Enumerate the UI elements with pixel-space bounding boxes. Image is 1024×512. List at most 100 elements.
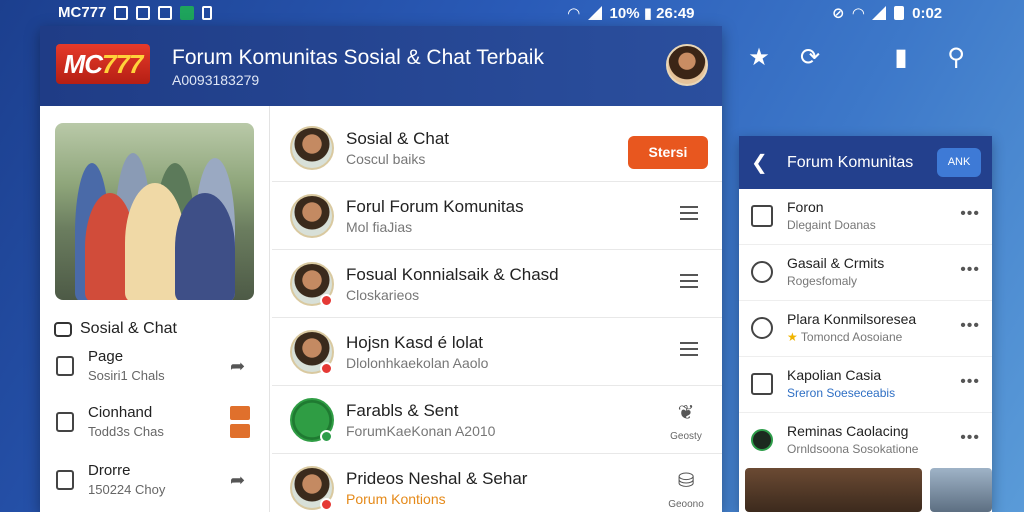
item-subtitle: Coscul baiks [346, 151, 426, 167]
smiley-icon [751, 261, 773, 283]
item-name: Sosial & Chat [346, 129, 449, 148]
camera-icon [56, 470, 74, 490]
side-action-label: Geoono [668, 499, 704, 510]
list-item[interactable]: Forul Forum Komunitas Mol fiaJias [272, 182, 722, 250]
star-icon: ★ [787, 330, 798, 344]
item-subtitle-text: Tomoncd Aosoiane [800, 330, 903, 344]
refresh-chat-icon[interactable]: ⟳ [796, 44, 824, 72]
more-icon[interactable]: ••• [960, 205, 980, 223]
side-action[interactable]: ❦ Geosty [664, 400, 708, 442]
list-item[interactable]: Hojsn Kasd é lolat Dlolonhkaekolan Aaolo [272, 318, 722, 386]
cell-signal-icon [587, 6, 602, 20]
favorite-star-icon[interactable]: ★ [745, 44, 773, 72]
document-icon [751, 205, 773, 227]
item-name: Prideos Neshal & Sehar [346, 469, 528, 488]
chat-icon [751, 317, 773, 339]
item-subtitle: 150224 Choy [88, 482, 166, 497]
battery-icon [894, 6, 905, 20]
status-dot [320, 430, 333, 443]
folder-icon [751, 373, 773, 395]
battery-time-text: 10% ▮ 26:49 [609, 5, 695, 22]
item-subtitle: Porum Kontions [346, 491, 446, 507]
section-title: Sosial & Chat [80, 320, 177, 337]
menu-icon[interactable] [680, 274, 698, 288]
more-icon[interactable]: ••• [960, 429, 980, 447]
item-title: Drorre [88, 462, 131, 479]
item-subtitle: Dlolonhkaekolan Aaolo [346, 355, 489, 371]
left-list-item[interactable]: Drorre 150224 Choy ➦ [54, 462, 254, 506]
status-dot [320, 294, 333, 307]
action-button[interactable]: Stersi [628, 136, 708, 169]
panel-photo [745, 468, 922, 512]
leaf-icon: ❦ [677, 402, 695, 424]
more-icon[interactable]: ••• [960, 261, 980, 279]
menu-icon[interactable] [680, 342, 698, 356]
user-avatar[interactable] [666, 44, 708, 86]
item-subtitle: Sosiri1 Chals [88, 368, 165, 383]
badge-icon [230, 424, 250, 438]
main-window: MC777 Forum Komunitas Sosial & Chat Terb… [40, 26, 722, 512]
item-subtitle: ForumKaeKonan A2010 [346, 423, 496, 439]
wifi-icon: ◠ [568, 5, 580, 22]
avatar [290, 194, 334, 238]
item-title: Plara Konmilsoresea [787, 311, 917, 327]
panel-list-item[interactable]: Kapolian Casia Sreron Soeseceabis ••• [739, 357, 992, 413]
list-item[interactable]: Farabls & Sent ForumKaeKonan A2010 ❦ Geo… [272, 386, 722, 454]
more-icon[interactable]: ••• [960, 373, 980, 391]
panel-button[interactable]: ANK [937, 148, 981, 177]
item-name: Forul Forum Komunitas [346, 197, 524, 216]
status-dot [320, 498, 333, 511]
status-carrier-text: MC777 [58, 4, 107, 21]
book-icon[interactable]: ▮ [887, 44, 915, 72]
item-name: Farabls & Sent [346, 401, 459, 420]
status-bar: MC777 ◠ 10% ▮ 26:49 ⊘ ◠ 0:02 [0, 0, 1024, 26]
avatar [290, 126, 334, 170]
search-icon[interactable]: ⚲ [942, 44, 970, 72]
list-item[interactable]: Prideos Neshal & Sehar Porum Kontions ⛁ … [272, 454, 722, 512]
menu-icon[interactable] [680, 206, 698, 220]
left-list-item[interactable]: Cionhand Todd3s Chas [54, 404, 254, 448]
back-arrow-icon[interactable]: ❮ [751, 150, 768, 175]
message-icon [56, 412, 74, 432]
item-title: Gasail & Crmits [787, 255, 885, 271]
left-list-item[interactable]: Page Sosiri1 Chals ➦ [54, 348, 254, 392]
chat-list: Sosial & Chat Coscul baiks Stersi Forul … [272, 106, 722, 512]
thumb-icon [56, 356, 74, 376]
item-title: Reminas Caolacing [787, 423, 909, 439]
panel-list-item[interactable]: Reminas Caolacing Ornldsoona Sosokatione… [739, 413, 992, 469]
section-header: Sosial & Chat [54, 320, 177, 338]
camera-icon [158, 5, 173, 20]
app-logo[interactable]: MC777 [56, 44, 150, 84]
badge-icon [230, 406, 250, 420]
item-subtitle: ★ Tomoncd Aosoiane [787, 330, 902, 344]
item-subtitle: Rogesfomaly [787, 274, 858, 288]
item-name: Hojsn Kasd é lolat [346, 333, 484, 352]
more-icon[interactable]: ••• [960, 317, 980, 335]
list-item[interactable]: Sosial & Chat Coscul baiks Stersi [272, 114, 722, 182]
panel-header: ❮ Forum Komunitas ANK [739, 136, 992, 189]
item-subtitle: Closkarieos [346, 287, 420, 303]
image-icon [136, 5, 151, 20]
item-title: Page [88, 348, 124, 365]
panel-list-item[interactable]: Plara Konmilsoresea ★ Tomoncd Aosoiane •… [739, 301, 992, 357]
status-dot [320, 362, 333, 375]
panel-list-item[interactable]: Gasail & Crmits Rogesfomaly ••• [739, 245, 992, 301]
badge-group [230, 406, 250, 438]
panel-list-item[interactable]: Foron Dlegaint Doanas ••• [739, 189, 992, 245]
share-icon[interactable]: ➦ [230, 357, 250, 375]
app-header: MC777 Forum Komunitas Sosial & Chat Terb… [40, 26, 722, 106]
side-action[interactable]: ⛁ Geoono [664, 468, 708, 510]
item-title: Cionhand [88, 404, 153, 421]
forum-panel: ❮ Forum Komunitas ANK Foron Dlegaint Doa… [739, 136, 992, 512]
clock-text: 0:02 [912, 4, 943, 22]
page-subtitle: A0093183279 [172, 72, 260, 88]
page-title: Forum Komunitas Sosial & Chat Terbaik [172, 46, 544, 69]
left-column: Sosial & Chat Page Sosiri1 Chals ➦ Cionh… [40, 106, 270, 512]
cell-signal-icon-2 [872, 6, 887, 20]
lock-icon [202, 5, 213, 20]
panel-title: Forum Komunitas [787, 154, 914, 171]
share-icon[interactable]: ➦ [230, 471, 250, 489]
app-notification-icon [180, 5, 195, 20]
list-item[interactable]: Fosual Konnialsaik & Chasd Closkarieos [272, 250, 722, 318]
item-name: Fosual Konnialsaik & Chasd [346, 265, 559, 284]
